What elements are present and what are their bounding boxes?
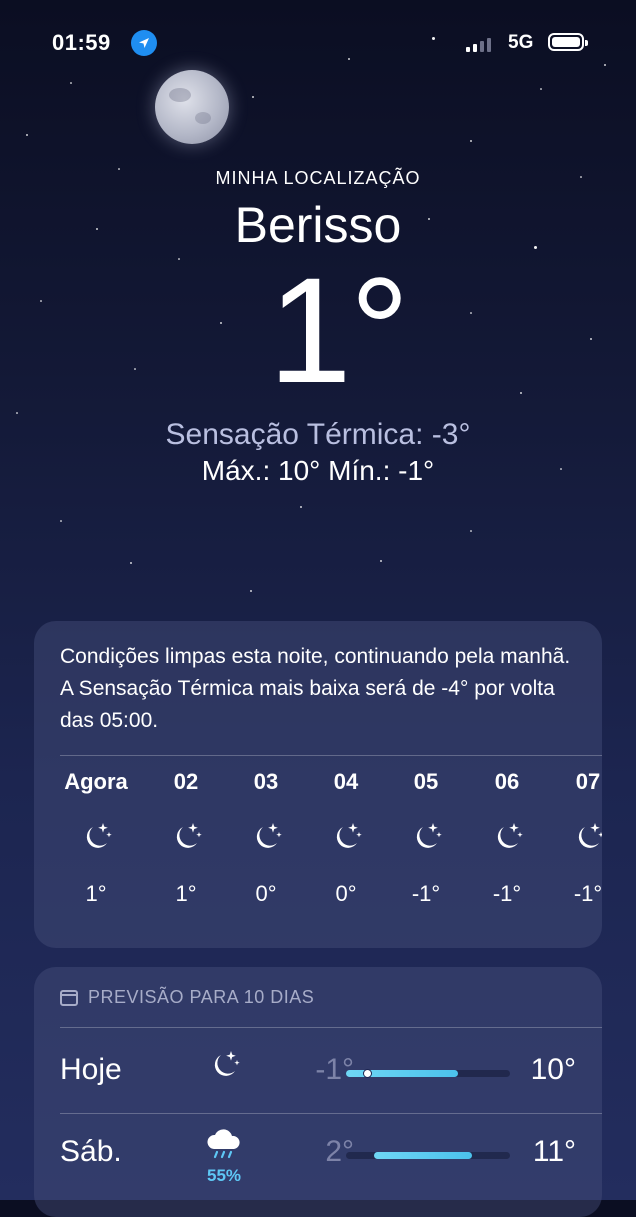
hour-temperature: -1° [411,881,441,906]
location-arrow-icon [131,30,157,56]
status-bar: 01:59 5G [0,28,636,60]
feels-like-temperature: Sensação Térmica: -3° [165,418,471,451]
precipitation-chance: 55% [206,1166,242,1185]
hour-temperature: 0° [335,881,357,906]
hour-item: 06 -1° [467,769,547,907]
hourly-forecast-card[interactable]: Condições limpas esta noite, continuando… [34,621,602,948]
day-label: Hoje [60,1053,122,1086]
forecast-header: PREVISÃO PARA 10 DIAS [60,987,314,1008]
moon-stars-icon [226,819,306,855]
moon-stars-icon [146,819,226,855]
cellular-signal-icon [466,36,491,52]
moon-stars-icon [194,1047,254,1088]
hour-label: 04 [333,769,359,794]
hourly-scroller[interactable]: Agora 1° 02 1° 03 0° 04 0° 05 -1° 06 -1° 07 -1° [34,769,602,939]
moon-stars-icon [48,819,144,855]
cloud-rain-icon: 55% [194,1129,254,1186]
temperature-range-bar [346,1069,510,1078]
calendar-icon [60,989,78,1006]
hour-item: 07 -1° [548,769,602,907]
hour-item: 05 -1° [386,769,466,907]
low-temperature: -1° [315,1053,354,1086]
moon-stars-icon [548,819,602,855]
ten-day-forecast-card[interactable]: PREVISÃO PARA 10 DIAS Hoje -1° 10° Sáb. 55% 2… [34,967,602,1217]
temperature-range-bar [346,1152,510,1159]
battery-icon [548,33,588,51]
location-label: MINHA LOCALIZAÇÃO [215,168,421,188]
weather-summary: Condições limpas esta noite, continuando… [60,645,571,732]
clock-time: 01:59 [52,30,111,55]
hour-item: 02 1° [146,769,226,907]
divider [60,755,602,756]
hour-temperature: 0° [255,881,277,906]
moon-stars-icon [306,819,386,855]
hour-label: 06 [494,769,520,794]
hour-item: 03 0° [226,769,306,907]
divider [60,1113,602,1114]
temperature-range-fill [373,1152,473,1159]
high-temperature: 11° [532,1135,576,1168]
moon-stars-icon [467,819,547,855]
divider [60,1027,602,1028]
current-temperature: 1° [268,246,409,414]
hour-label: 07 [575,769,601,794]
moon-icon [155,70,229,144]
hour-temperature: 1° [175,881,197,906]
day-label: Sáb. [60,1135,122,1168]
network-type: 5G [508,32,534,53]
high-low-temperature: Máx.: 10° Mín.: -1° [201,455,435,486]
forecast-day-row[interactable]: Hoje -1° 10° [34,1031,602,1111]
hour-temperature: -1° [492,881,522,906]
hour-label: 05 [413,769,439,794]
hour-label: 02 [173,769,199,794]
hour-label: Agora [64,769,128,794]
hour-temperature: -1° [573,881,602,906]
hour-label: 03 [253,769,279,794]
forecast-title: PREVISÃO PARA 10 DIAS [88,987,315,1007]
moon-stars-icon [386,819,466,855]
high-temperature: 10° [530,1053,576,1086]
hour-temperature: 1° [85,881,107,906]
hour-item: Agora 1° [48,769,144,907]
forecast-day-row[interactable]: Sáb. 55% 2° 11° [34,1113,602,1193]
hour-item: 04 0° [306,769,386,907]
low-temperature: 2° [325,1135,354,1168]
